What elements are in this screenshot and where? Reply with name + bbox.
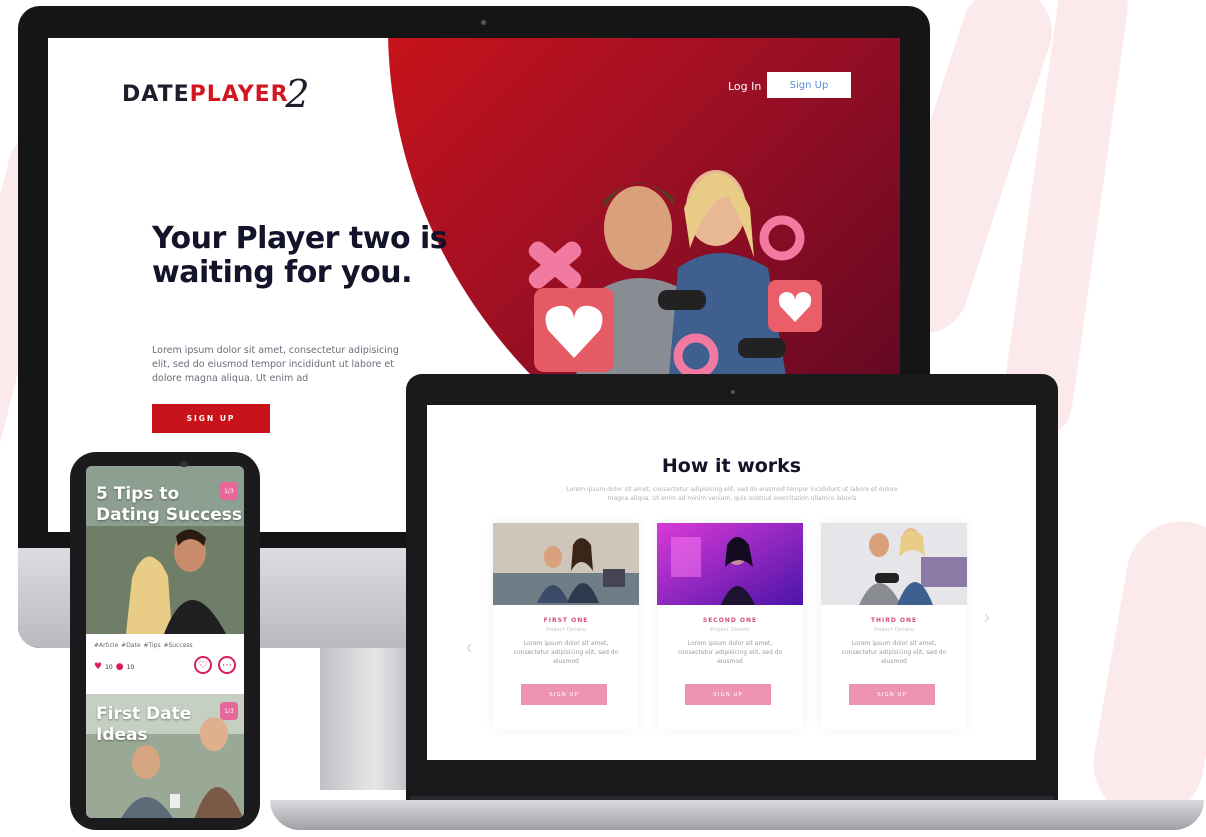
card-image-gamer-neon [657, 523, 803, 605]
logo-text-player: PLAYER [189, 82, 289, 107]
card-title: FIRST ONE [543, 617, 589, 624]
phone-speaker [180, 461, 188, 467]
laptop-base [270, 800, 1204, 830]
post-stats: ♥ 10 ● 10 [94, 662, 134, 672]
hero-paragraph: Lorem ipsum dolor sit amet, consectetur … [152, 345, 399, 384]
post-tags: #Article #Date #Tips #Success [94, 642, 193, 649]
card-subtitle: Project Details [546, 627, 586, 633]
logo-two-mark: 2 [285, 72, 311, 116]
card-title: THIRD ONE [870, 617, 918, 624]
phone-screen: 5 Tips to Dating Success 1/3 #Article #D… [86, 466, 244, 818]
heart-icon: ♥ [94, 662, 103, 672]
monitor-camera [481, 20, 486, 25]
chevron-right-icon[interactable]: › [983, 605, 991, 629]
card-text: Lorem ipsum dolor sit amet, consectetur … [841, 640, 947, 665]
post-badge: 1/3 [220, 702, 238, 720]
step-card: THIRD ONE Project Details Lorem ipsum do… [821, 523, 967, 729]
step-card: FIRST ONE Project Details Lorem ipsum do… [493, 523, 639, 729]
card-title: SECOND ONE [702, 617, 758, 624]
card-signup-button[interactable]: SIGN UP [521, 684, 607, 705]
post-actions: ♡ ⋯ [194, 656, 236, 674]
comment-count: 10 [126, 663, 135, 671]
card-subtitle: Project Details [874, 627, 914, 633]
like-heart-icon[interactable]: ♡ [194, 656, 212, 674]
chevron-left-icon[interactable]: ‹ [465, 635, 473, 659]
post-badge: 1/3 [220, 482, 238, 500]
card-signup-button[interactable]: SIGN UP [685, 684, 771, 705]
card-text: Lorem ipsum dolor sit amet, consectetur … [677, 640, 783, 665]
laptop-camera [731, 390, 735, 394]
laptop-chin [427, 760, 1036, 796]
device-mockup-stage: DATEPLAYER 2 Log In Sign Up Your Player … [0, 0, 1206, 837]
card-signup-button[interactable]: SIGN UP [849, 684, 935, 705]
comment-bubble-icon[interactable]: ⋯ [218, 656, 236, 674]
card-image-couple-gaming [821, 523, 967, 605]
logo-text-date: DATE [122, 82, 190, 107]
signup-nav-button[interactable]: Sign Up [767, 72, 851, 98]
hero-headline: Your Player two is waiting for you. [152, 221, 448, 290]
decorative-stroke [1084, 512, 1206, 828]
card-text: Lorem ipsum dolor sit amet, consectetur … [513, 640, 619, 665]
step-card: SECOND ONE Project Details Lorem ipsum d… [657, 523, 803, 729]
how-it-works-subtitle: Lorem ipsum dolor sit amet, consectetur … [566, 486, 898, 502]
like-count: 10 [105, 663, 113, 671]
card-image-couple-couch [493, 523, 639, 605]
dateplayer-logo[interactable]: DATEPLAYER 2 [122, 72, 310, 116]
hero-signup-button[interactable]: SIGN UP [152, 404, 270, 433]
login-link[interactable]: Log In [728, 80, 761, 93]
card-subtitle: Project Details [710, 627, 750, 633]
comment-icon: ● [115, 662, 124, 672]
how-it-works-title: How it works [661, 455, 802, 477]
laptop-screen: How it works Lorem ipsum dolor sit amet,… [427, 405, 1036, 760]
